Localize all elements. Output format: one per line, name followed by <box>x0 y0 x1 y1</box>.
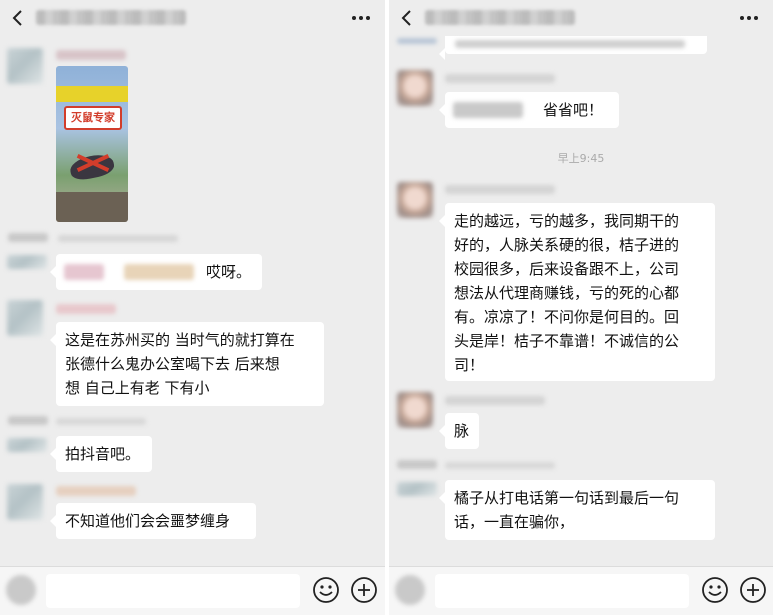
chat-header <box>389 0 773 36</box>
message-line: 想 自己上有老 下有小 <box>65 379 210 397</box>
back-icon[interactable] <box>10 8 26 28</box>
message-line: 张德什么鬼办公室喝下去 后来想 <box>65 355 280 373</box>
more-icon[interactable] <box>739 10 759 26</box>
message-bubble: 走的越远，亏的越多，我同期干的 好的，人脉关系硬的很，桔子进的 校园很多，后来设… <box>439 203 715 381</box>
voice-icon[interactable] <box>395 575 425 605</box>
message-line: 走的越远，亏的越多，我同期干的 <box>454 212 680 230</box>
message-line: 好的，人脉关系硬的很，桔子进的 <box>454 236 680 254</box>
message-text: 不知道他们会会噩梦缠身 <box>65 512 231 530</box>
obscured-row <box>58 235 178 242</box>
obscured-text <box>124 264 194 280</box>
message-line: 校园很多，后来设备跟不上，公司 <box>454 260 680 278</box>
message-text: 拍抖音吧。 <box>65 445 141 463</box>
sender-name-obscured <box>56 304 116 314</box>
obscured-text <box>455 40 685 48</box>
message-text: 哎呀。 <box>206 263 252 281</box>
message-line: 想法从代理商赚钱，亏的死的心都 <box>454 284 680 302</box>
message-bubble: 省省吧！ <box>439 92 619 128</box>
message-bubble: 拍抖音吧。 <box>50 436 152 472</box>
back-icon[interactable] <box>399 8 415 28</box>
chat-header <box>0 0 385 36</box>
left-chat-panel: 灭鼠专家 哎呀。 这是在苏州买的 当时气的就打算在 张德什么鬼办公室喝下去 后来… <box>0 0 385 615</box>
chat-title-obscured <box>36 10 186 25</box>
product-photo[interactable]: 灭鼠专家 <box>56 66 128 222</box>
message-line: 话，一直在骗你， <box>454 513 575 531</box>
avatar[interactable] <box>7 438 47 452</box>
voice-icon[interactable] <box>6 575 36 605</box>
sender-name-obscured <box>445 396 545 405</box>
avatar[interactable] <box>7 300 43 336</box>
emoji-icon[interactable] <box>312 576 340 604</box>
avatar[interactable] <box>7 48 43 84</box>
more-icon[interactable] <box>351 10 371 26</box>
obscured-text <box>64 264 104 280</box>
message-input[interactable] <box>435 574 689 608</box>
obscured-row <box>397 460 437 469</box>
message-text: 脉 <box>454 422 470 440</box>
avatar[interactable] <box>397 482 437 496</box>
product-label: 灭鼠专家 <box>64 106 122 130</box>
plus-icon[interactable] <box>739 576 767 604</box>
message-line: 有。凉凉了！不问你是何目的。回 <box>454 308 680 326</box>
emoji-icon[interactable] <box>701 576 729 604</box>
timestamp: 早上9:45 <box>557 152 605 165</box>
right-chat-panel: 省省吧！ 早上9:45 走的越远，亏的越多，我同期干的 好的，人脉关系硬的很，桔… <box>389 0 773 615</box>
sender-name-obscured <box>445 74 555 83</box>
message-line: 这是在苏州买的 当时气的就打算在 <box>65 331 295 349</box>
message-input[interactable] <box>46 574 300 608</box>
avatar[interactable] <box>7 484 43 520</box>
chat-title-obscured <box>425 10 575 25</box>
sender-name-obscured <box>445 185 555 194</box>
input-bar <box>389 566 773 615</box>
sender-name-obscured <box>56 50 126 60</box>
message-bubble: 橘子从打电话第一句话到最后一句 话，一直在骗你， <box>439 480 715 540</box>
message-text: 省省吧！ <box>543 101 604 119</box>
message-bubble-partial <box>439 36 707 60</box>
avatar[interactable] <box>397 182 433 218</box>
avatar[interactable] <box>397 70 433 106</box>
message-bubble: 哎呀。 <box>50 254 262 290</box>
avatar[interactable] <box>7 255 47 269</box>
obscured-row <box>8 233 48 242</box>
avatar[interactable] <box>397 392 433 428</box>
obscured-row <box>56 418 146 425</box>
input-bar <box>0 566 385 615</box>
obscured-row <box>445 462 555 469</box>
message-bubble: 脉 <box>439 413 479 449</box>
message-line: 司！ <box>454 356 485 374</box>
obscured-text <box>453 102 523 118</box>
message-line: 头是岸！桔子不靠谱！不诚信的公 <box>454 332 680 350</box>
obscured-row <box>397 38 437 44</box>
sender-name-obscured <box>56 486 136 496</box>
message-bubble: 不知道他们会会噩梦缠身 <box>50 503 256 539</box>
obscured-row <box>8 416 48 425</box>
plus-icon[interactable] <box>350 576 378 604</box>
message-line: 橘子从打电话第一句话到最后一句 <box>454 489 680 507</box>
message-bubble: 这是在苏州买的 当时气的就打算在 张德什么鬼办公室喝下去 后来想 想 自己上有老… <box>50 322 324 406</box>
